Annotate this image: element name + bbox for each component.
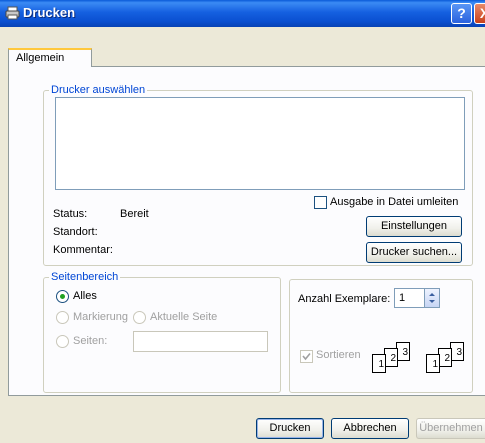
- find-printer-button[interactable]: Drucker suchen...: [366, 242, 462, 263]
- radio-current-page[interactable]: [133, 311, 146, 324]
- copies-value: 1: [399, 292, 406, 304]
- print-dialog: Drucken ? X Allgemein Drucker auswählen …: [0, 0, 485, 443]
- location-label: Standort:: [53, 226, 98, 238]
- spinner-arrows-icon: [429, 293, 435, 303]
- print-to-file-label[interactable]: Ausgabe in Datei umleiten: [330, 196, 458, 208]
- title-bar[interactable]: Drucken ? X: [0, 0, 485, 27]
- print-button[interactable]: Drucken: [256, 418, 324, 439]
- collate-checkbox[interactable]: [300, 350, 313, 363]
- print-to-file-checkbox[interactable]: [314, 196, 327, 209]
- apply-button[interactable]: Übernehmen: [416, 418, 485, 439]
- settings-button[interactable]: Einstellungen: [366, 216, 462, 237]
- printer-icon: [5, 6, 20, 20]
- radio-current-page-label[interactable]: Aktuelle Seite: [150, 311, 217, 323]
- check-icon: [302, 352, 311, 361]
- window-title: Drucken: [23, 5, 76, 20]
- radio-all-label[interactable]: Alles: [73, 290, 97, 302]
- radio-selected-dot: [60, 294, 65, 299]
- radio-pages-label[interactable]: Seiten:: [73, 335, 107, 347]
- copies-spinner[interactable]: [424, 288, 440, 308]
- page-icon: 1: [426, 354, 440, 373]
- help-button[interactable]: ?: [451, 3, 472, 24]
- status-label: Status:: [53, 208, 88, 220]
- close-button[interactable]: X: [474, 3, 485, 24]
- cancel-button[interactable]: Abbrechen: [331, 418, 409, 439]
- collate-label: Sortieren: [316, 349, 361, 361]
- copies-label: Anzahl Exemplare:: [298, 293, 391, 305]
- pages-input[interactable]: [133, 331, 268, 352]
- printer-list[interactable]: [55, 97, 465, 190]
- page-range-legend: Seitenbereich: [51, 271, 119, 283]
- radio-all[interactable]: [56, 290, 69, 303]
- radio-selection[interactable]: [56, 311, 69, 324]
- comment-label: Kommentar:: [53, 244, 113, 256]
- tab-allgemein[interactable]: Allgemein: [8, 48, 92, 67]
- page-icon: 2: [438, 348, 452, 367]
- page-icon: 2: [384, 348, 398, 367]
- radio-selection-label[interactable]: Markierung: [73, 311, 128, 323]
- radio-pages[interactable]: [56, 335, 69, 348]
- page-icon: 3: [450, 342, 464, 361]
- page-icon: 3: [396, 342, 410, 361]
- status-value: Bereit: [120, 208, 149, 220]
- printer-group-legend: Drucker auswählen: [51, 84, 146, 96]
- page-icon: 1: [372, 354, 386, 373]
